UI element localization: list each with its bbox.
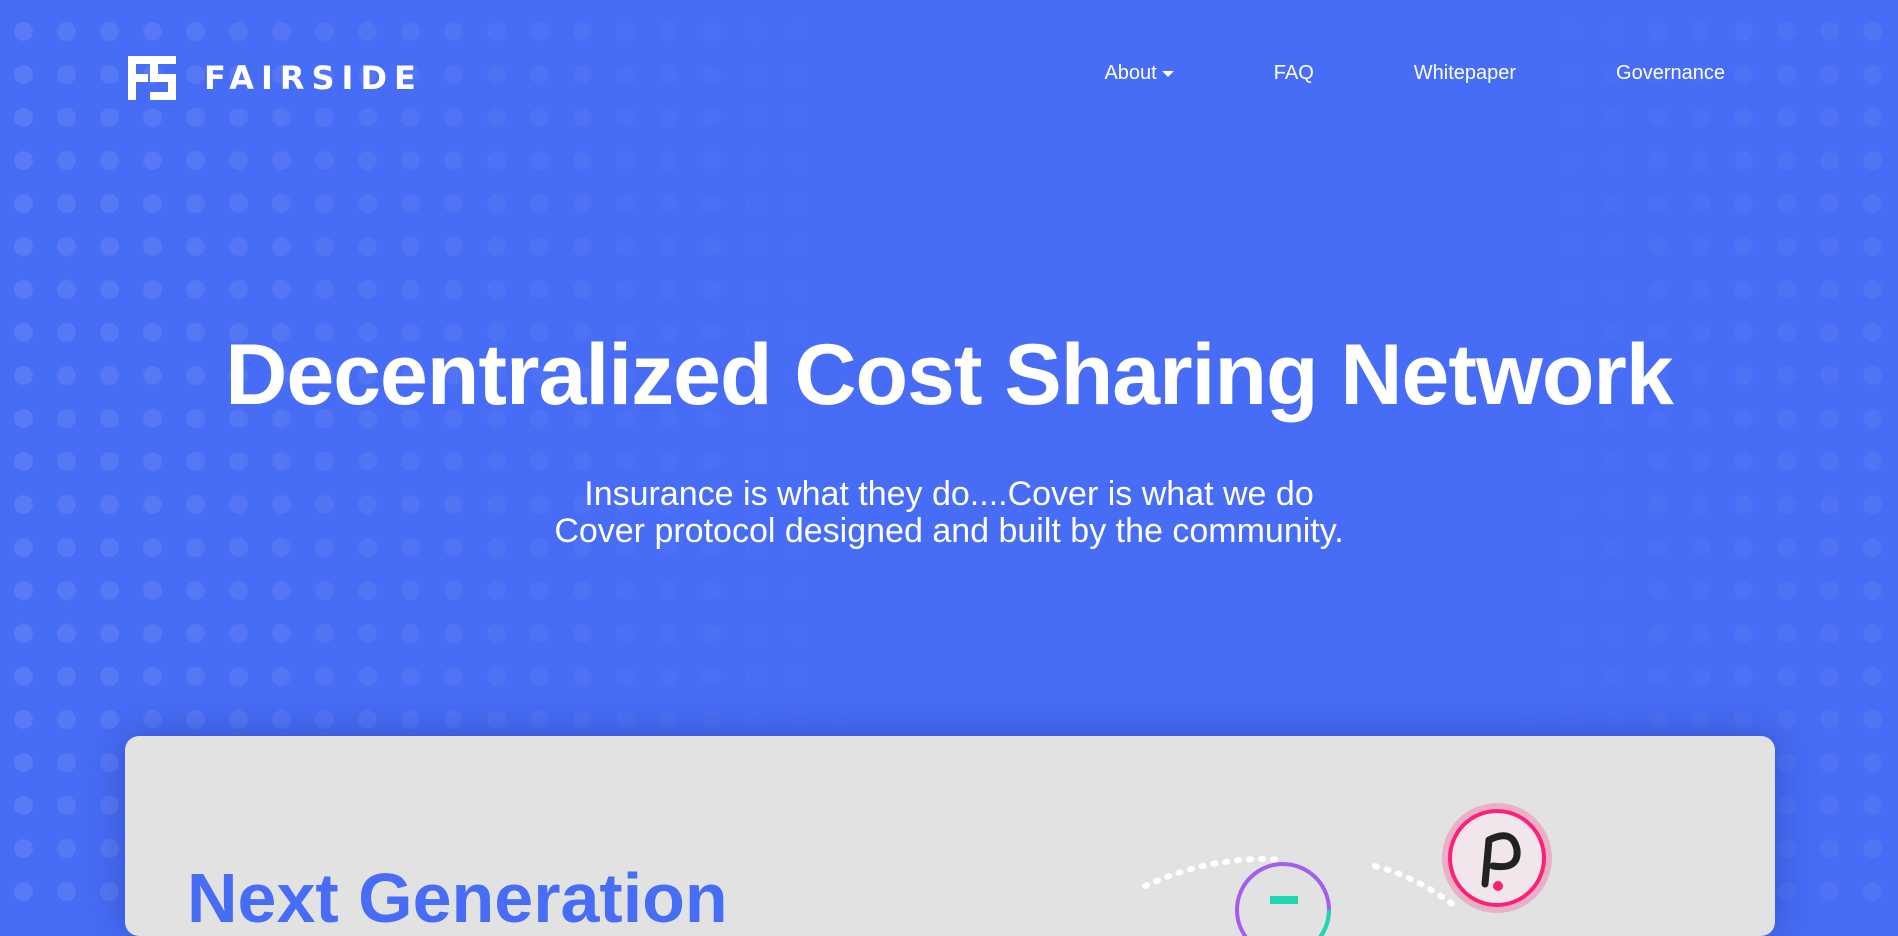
feature-card: Next Generation bbox=[125, 736, 1775, 936]
caret-down-icon bbox=[1161, 70, 1174, 77]
hero-title: Decentralized Cost Sharing Network bbox=[225, 327, 1673, 423]
token-icon bbox=[1235, 862, 1331, 936]
logo-link[interactable]: FAIRSIDE bbox=[126, 54, 423, 102]
card-title: Next Generation bbox=[187, 859, 728, 936]
hero-subtitle: Insurance is what they do....Cover is wh… bbox=[0, 476, 1898, 550]
nav-item-governance[interactable]: Governance bbox=[1616, 62, 1725, 85]
brand-name: FAIRSIDE bbox=[204, 59, 423, 97]
polkadot-icon bbox=[1442, 803, 1552, 913]
nav-item-whitepaper[interactable]: Whitepaper bbox=[1414, 62, 1516, 85]
fs-logo-icon bbox=[128, 56, 176, 100]
main-nav: About FAQ Whitepaper Governance bbox=[1104, 62, 1725, 85]
nav-item-about-label: About bbox=[1104, 62, 1157, 84]
hero-subtitle-line2: Cover protocol designed and built by the… bbox=[554, 512, 1344, 550]
site-header: FAIRSIDE About FAQ Whitepaper Governance bbox=[0, 0, 1898, 156]
nav-item-faq[interactable]: FAQ bbox=[1274, 62, 1314, 85]
hero-subtitle-line1: Insurance is what they do....Cover is wh… bbox=[584, 475, 1314, 513]
network-illustration bbox=[1142, 803, 1552, 936]
nav-item-about[interactable]: About bbox=[1104, 62, 1174, 85]
